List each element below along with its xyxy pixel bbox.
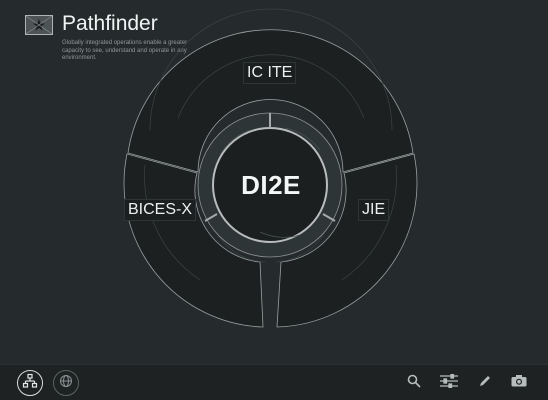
bottom-toolbar xyxy=(0,364,548,400)
segment-label-bices-x[interactable]: BICES-X xyxy=(124,199,197,221)
filter-button[interactable] xyxy=(440,372,458,393)
segment-label-ic-ite[interactable]: IC ITE xyxy=(243,62,297,84)
screenshot-button[interactable] xyxy=(510,374,528,392)
camera-icon xyxy=(511,374,527,392)
pencil-icon xyxy=(478,374,492,393)
search-button[interactable] xyxy=(405,374,423,392)
center-label[interactable]: DI2E xyxy=(228,165,314,205)
network-icon xyxy=(22,373,38,394)
edit-button[interactable] xyxy=(476,374,494,392)
app-window: Pathfinder Globally integrated operation… xyxy=(0,0,548,400)
globe-icon xyxy=(59,374,73,393)
search-icon xyxy=(407,374,421,393)
network-view-button[interactable] xyxy=(17,370,43,396)
globe-view-button[interactable] xyxy=(53,370,79,396)
sliders-icon xyxy=(440,372,458,393)
segment-label-jie[interactable]: JIE xyxy=(358,199,390,221)
